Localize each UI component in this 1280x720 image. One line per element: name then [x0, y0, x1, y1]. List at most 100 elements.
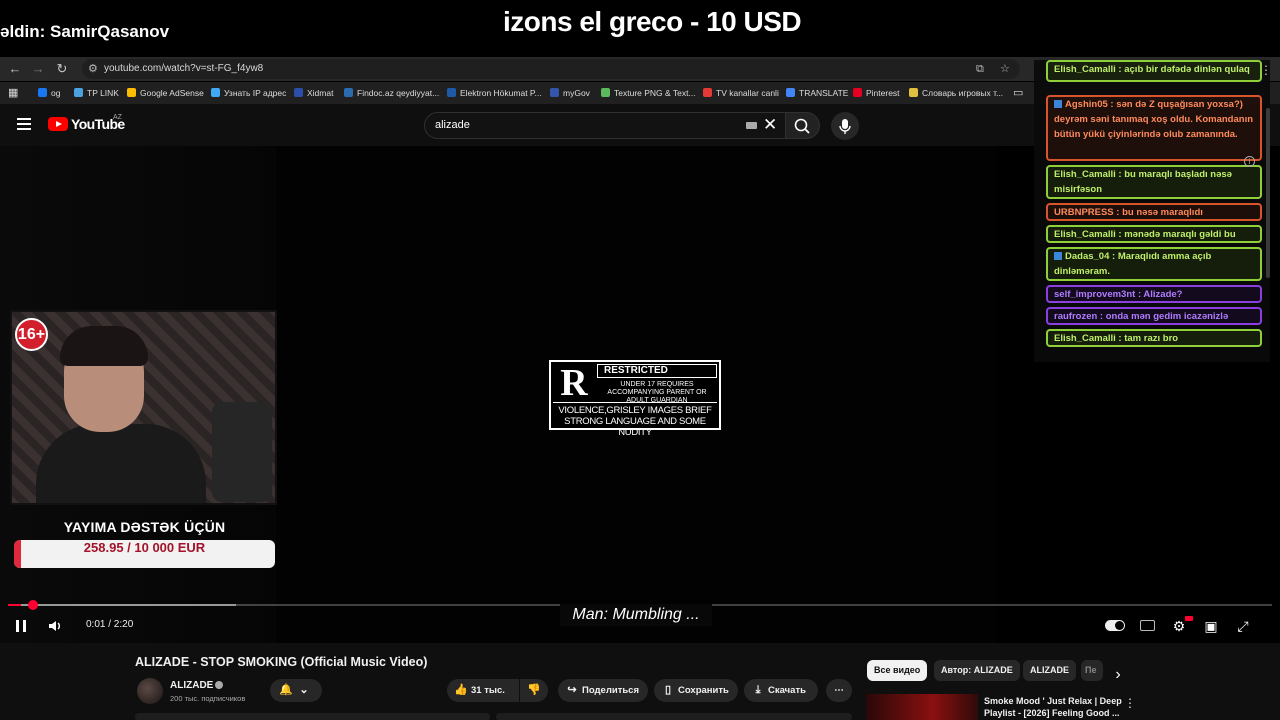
pause-icon: [16, 620, 26, 632]
dislike-button[interactable]: 👎: [520, 679, 548, 702]
chat-message: Elish_Camalli : mənədə maraqlı gəldi bu: [1046, 225, 1262, 243]
youtube-logo-icon[interactable]: [48, 117, 68, 131]
bookmark-item[interactable]: Словарь игровых т...: [909, 82, 1003, 104]
url-text[interactable]: youtube.com/watch?v=st-FG_f4yw8: [104, 59, 263, 79]
bookmark-item[interactable]: myGov: [550, 82, 590, 104]
info-icon[interactable]: i: [1244, 156, 1255, 167]
bookmark-favicon: [74, 88, 83, 97]
bookmark-favicon: [909, 88, 918, 97]
chip-alizade[interactable]: ALIZADE: [1023, 660, 1076, 681]
miniplayer-icon[interactable]: ▣: [1202, 617, 1220, 635]
save-button[interactable]: ▯ Сохранить: [654, 679, 738, 702]
video-title: ALIZADE - STOP SMOKING (Official Music V…: [135, 655, 428, 669]
bookmark-item[interactable]: Xidmat: [294, 82, 333, 104]
thumbs-up-icon: 👍: [454, 684, 468, 696]
scrubber-handle[interactable]: [27, 600, 38, 610]
recommendation-thumbnail[interactable]: [866, 694, 978, 720]
played-bar: [8, 604, 21, 606]
subtitle-caption: Man: Mumbling ...: [560, 604, 712, 626]
chat-message: Agshin05 : sən də Z quşağısan yoxsa?) de…: [1046, 95, 1262, 161]
stream-chat: Elish_Camalli : açıb bir dəfədə dinlən q…: [1034, 60, 1270, 362]
bookmark-favicon: [601, 88, 610, 97]
chip-next[interactable]: Пе: [1081, 660, 1103, 681]
back-icon[interactable]: ←: [5, 57, 25, 81]
chat-username: raufrozen: [1054, 311, 1098, 322]
reload-icon[interactable]: ↻: [52, 57, 72, 81]
bell-icon: 🔔: [279, 684, 293, 696]
forward-icon[interactable]: →: [28, 57, 48, 81]
autoplay-toggle[interactable]: [1105, 620, 1125, 631]
rating-reason: VIOLENCE,GRISLEY IMAGES BRIEF STRONG LAN…: [558, 405, 712, 438]
search-button[interactable]: [786, 112, 820, 139]
search-icon: [794, 118, 810, 134]
download-button[interactable]: ⤓ Скачать: [744, 679, 818, 702]
site-info-icon[interactable]: ⚙: [88, 59, 98, 79]
bookmark-item[interactable]: TP LINK: [74, 82, 119, 104]
chat-message: Dadas_04 : Maraqlıdı amma açıb dinləməra…: [1046, 247, 1262, 281]
bookmark-favicon: [211, 88, 220, 97]
subtitles-icon[interactable]: [1140, 620, 1155, 631]
chat-scrollbar[interactable]: [1266, 108, 1270, 278]
channel-name[interactable]: ALIZADE: [170, 680, 213, 691]
time-display: 0:01 / 2:20: [86, 619, 134, 630]
pause-button[interactable]: [12, 617, 30, 635]
chat-username: Dadas_04: [1065, 251, 1110, 262]
chat-username: Elish_Camalli: [1054, 64, 1116, 75]
bookmark-item[interactable]: Findoc.az qeydiyyat...: [344, 82, 439, 104]
bookmark-item[interactable]: TV kanallar canli: [703, 82, 779, 104]
volume-button[interactable]: [46, 617, 66, 635]
thumbs-down-icon: 👎: [527, 684, 541, 696]
chat-message: Elish_Camalli : açıb bir dəfədə dinlən q…: [1046, 60, 1262, 82]
share-icon: ↪: [567, 684, 577, 696]
verified-icon: [215, 681, 223, 689]
chat-message: raufrozen : onda mən gedim icazənizlə: [1046, 307, 1262, 325]
chip-all[interactable]: Все видео: [867, 660, 928, 681]
apps-icon[interactable]: ▦: [8, 82, 18, 104]
notifications-button[interactable]: 🔔 ⌄: [270, 679, 322, 702]
share-button[interactable]: ↪ Поделиться: [558, 679, 648, 702]
bookmark-favicon: [294, 88, 303, 97]
bookmark-item[interactable]: TRANSLATE: [786, 82, 848, 104]
search-box[interactable]: alizade ✕: [424, 112, 786, 139]
more-actions-button[interactable]: ⋯: [826, 679, 852, 702]
chip-author[interactable]: Автор: ALIZADE: [934, 660, 1020, 681]
search-input[interactable]: alizade: [435, 119, 470, 131]
menu-icon[interactable]: [17, 118, 31, 130]
chat-message: self_improvem3nt : Alizade?: [1046, 285, 1262, 303]
address-bar[interactable]: ⚙ youtube.com/watch?v=st-FG_f4yw8 ⧉ ☆: [82, 59, 1020, 79]
user-badge-icon: [1054, 100, 1062, 108]
chat-username: URBNPRESS: [1054, 207, 1114, 218]
like-button[interactable]: 👍 31 тыс.: [447, 679, 519, 702]
bookmark-item[interactable]: Elektron Hökumat P...: [447, 82, 542, 104]
donation-goal-bar: 258.95 / 10 000 EUR: [14, 540, 275, 568]
hd-badge: [1185, 616, 1193, 621]
more-horiz-icon: ⋯: [834, 685, 844, 696]
fullscreen-icon[interactable]: ⤢: [1234, 617, 1252, 635]
donation-alert-text: əldin: SamirQasanov: [0, 22, 170, 41]
bookmark-item[interactable]: Pinterest: [853, 82, 900, 104]
bookmark-favicon: [703, 88, 712, 97]
bookmark-item[interactable]: og: [38, 82, 60, 104]
bookmark-favicon: [786, 88, 795, 97]
keyboard-icon[interactable]: [746, 122, 757, 129]
more-vert-icon[interactable]: ⋮: [1260, 63, 1272, 77]
rating-card: R RESTRICTED UNDER 17 REQUIRES ACCOMPANY…: [549, 360, 721, 438]
install-app-icon[interactable]: ⧉: [976, 59, 984, 79]
bookmark-item[interactable]: Texture PNG & Text...: [601, 82, 696, 104]
voice-search-button[interactable]: [831, 112, 859, 140]
bookmark-star-icon[interactable]: ☆: [1000, 59, 1010, 79]
bookmark-favicon: [38, 88, 47, 97]
channel-avatar[interactable]: [137, 678, 163, 704]
bookmark-item[interactable]: Узнать IP адрес: [211, 82, 286, 104]
chevron-right-icon[interactable]: ›: [1110, 666, 1126, 684]
more-vert-icon[interactable]: ⋮: [1124, 696, 1136, 710]
chat-text: bu nəsə maraqlıdı: [1122, 207, 1203, 218]
chat-username: Elish_Camalli: [1054, 333, 1116, 344]
buffered-bar: [8, 604, 236, 606]
folder-icon[interactable]: ▭: [1013, 82, 1023, 104]
chat-message: Elish_Camalli : tam razı bro: [1046, 329, 1262, 347]
clear-icon[interactable]: ✕: [763, 115, 777, 135]
bookmark-item[interactable]: Google AdSense: [127, 82, 204, 104]
recommendation-title[interactable]: Smoke Mood ' Just Relax | Deep Playlist …: [984, 695, 1124, 719]
bookmark-favicon: [344, 88, 353, 97]
